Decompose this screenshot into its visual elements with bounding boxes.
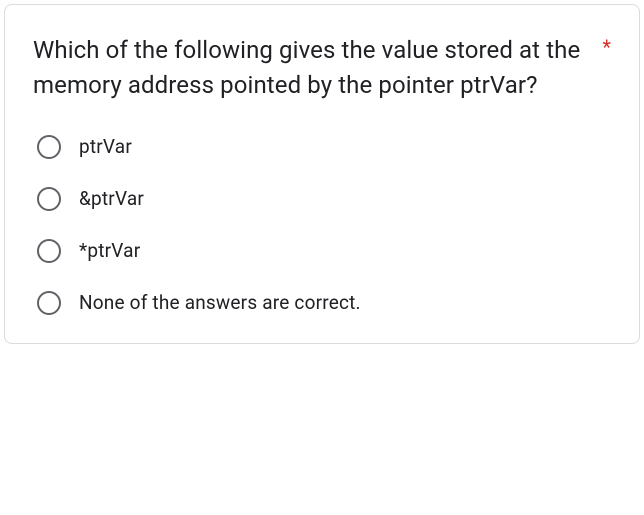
question-card: Which of the following gives the value s… — [4, 4, 640, 344]
option-label: None of the answers are correct. — [79, 291, 361, 314]
question-header: Which of the following gives the value s… — [33, 33, 611, 103]
option-label: *ptrVar — [79, 239, 140, 262]
option-3[interactable]: None of the answers are correct. — [37, 291, 611, 315]
option-0[interactable]: ptrVar — [37, 135, 611, 159]
radio-icon — [37, 135, 61, 159]
options-group: ptrVar &ptrVar *ptrVar None of the answe… — [33, 135, 611, 315]
option-1[interactable]: &ptrVar — [37, 187, 611, 211]
option-label: ptrVar — [79, 135, 132, 158]
radio-icon — [37, 187, 61, 211]
option-label: &ptrVar — [79, 187, 144, 210]
required-indicator: * — [602, 37, 611, 57]
radio-icon — [37, 291, 61, 315]
question-text: Which of the following gives the value s… — [33, 33, 590, 103]
radio-icon — [37, 239, 61, 263]
option-2[interactable]: *ptrVar — [37, 239, 611, 263]
